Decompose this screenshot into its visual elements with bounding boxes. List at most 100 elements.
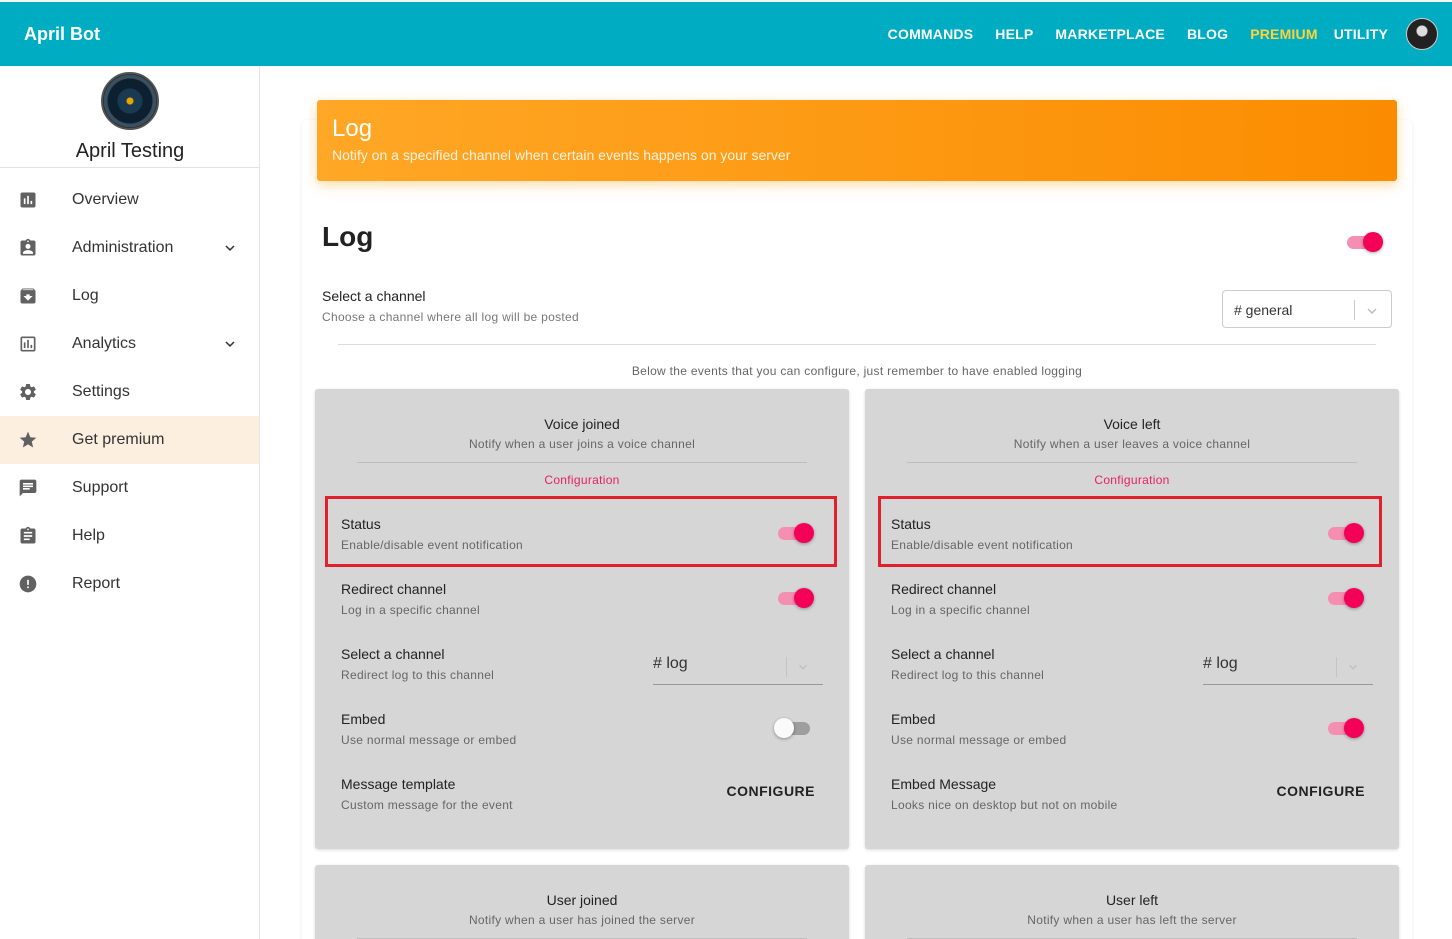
event-subtitle: Notify when a user has left the server xyxy=(1027,913,1237,927)
sidebar-item-settings[interactable]: Settings xyxy=(0,368,259,416)
embed-label: Embed xyxy=(341,711,386,727)
select-channel-sublabel: Redirect log to this channel xyxy=(341,668,495,682)
channel-label: Select a channel xyxy=(322,288,426,304)
event-subtitle: Notify when a user has joined the server xyxy=(468,913,696,927)
sidebar-item-log[interactable]: Log xyxy=(0,272,259,320)
embed-toggle[interactable] xyxy=(774,718,811,738)
top-nav: COMMANDS HELP MARKETPLACE BLOG PREMIUM U… xyxy=(866,16,1438,52)
gear-icon xyxy=(20,384,36,400)
event-title: User joined xyxy=(546,892,618,908)
embed-label: Embed xyxy=(891,711,936,727)
configuration-label: Configuration xyxy=(544,473,620,487)
select-separator xyxy=(1336,657,1337,677)
log-channel-value: # general xyxy=(1234,302,1293,318)
sidebar-item-label: Analytics xyxy=(72,335,137,352)
redirect-toggle[interactable] xyxy=(1327,588,1364,608)
nav-help[interactable]: HELP xyxy=(995,26,1033,42)
divider xyxy=(357,462,807,463)
select-channel-sublabel: Redirect log to this channel xyxy=(891,668,1045,682)
select-separator xyxy=(786,657,787,677)
brand-title[interactable]: April Bot xyxy=(24,24,100,45)
event-subtitle: Notify when a user joins a voice channel xyxy=(468,437,696,451)
event-subtitle: Notify when a user leaves a voice channe… xyxy=(1013,437,1251,451)
redirect-sublabel: Log in a specific channel xyxy=(341,603,480,617)
message-template-sublabel: Custom message for the event xyxy=(341,798,513,812)
page-title: Log xyxy=(322,221,374,252)
event-title: Voice joined xyxy=(544,416,620,432)
sidebar-item-administration[interactable]: Administration xyxy=(0,224,259,272)
select-channel-label: Select a channel xyxy=(341,646,445,662)
sidebar-item-label: Get premium xyxy=(72,431,165,448)
nav-utility[interactable]: UTILITY xyxy=(1334,26,1388,42)
banner-subtitle: Notify on a specified channel when certa… xyxy=(332,147,791,163)
log-enable-toggle[interactable] xyxy=(1346,232,1383,252)
sidebar-item-analytics[interactable]: Analytics xyxy=(0,320,259,368)
events-hint: Below the events that you can configure,… xyxy=(631,364,1083,378)
chevron-down-icon[interactable] xyxy=(221,239,239,257)
embed-message-label: Embed Message xyxy=(891,776,997,792)
sidebar-divider xyxy=(0,167,259,168)
divider xyxy=(907,462,1357,463)
event-card-user-joined: User joined Notify when a user has joine… xyxy=(315,865,849,939)
redirect-channel-select[interactable]: # log xyxy=(653,647,823,685)
sidebar: April Testing Overview Administration Lo… xyxy=(0,66,260,939)
embed-toggle[interactable] xyxy=(1327,718,1364,738)
chat-icon xyxy=(19,479,37,497)
event-card-voice-left: Voice left Notify when a user leaves a v… xyxy=(865,389,1399,849)
event-card-user-left: User left Notify when a user has left th… xyxy=(865,865,1399,939)
message-template-label: Message template xyxy=(341,776,456,792)
status-label: Status xyxy=(341,516,381,532)
sidebar-item-label: Log xyxy=(72,287,99,304)
sidebar-item-label: Administration xyxy=(72,239,174,256)
channel-sublabel: Choose a channel where all log will be p… xyxy=(322,310,579,324)
chevron-down-icon[interactable] xyxy=(221,335,239,353)
page-header-banner: Log Notify on a specified channel when c… xyxy=(317,100,1397,181)
configure-button[interactable]: CONFIGURE xyxy=(727,783,816,799)
alert-icon xyxy=(19,575,37,593)
status-toggle[interactable] xyxy=(1327,523,1364,543)
nav-commands[interactable]: COMMANDS xyxy=(888,26,974,42)
archive-icon xyxy=(20,288,36,304)
chevron-down-icon xyxy=(1367,308,1377,314)
sidebar-item-support[interactable]: Support xyxy=(0,464,259,512)
clipboard-icon xyxy=(20,526,36,544)
status-toggle[interactable] xyxy=(777,523,814,543)
configuration-label: Configuration xyxy=(1094,473,1170,487)
top-app-bar: April Bot COMMANDS HELP MARKETPLACE BLOG… xyxy=(0,0,1452,66)
redirect-sublabel: Log in a specific channel xyxy=(891,603,1030,617)
event-title: Voice left xyxy=(1103,416,1161,432)
sidebar-item-label: Overview xyxy=(72,191,139,208)
badge-icon xyxy=(20,238,36,256)
status-sublabel: Enable/disable event notification xyxy=(341,538,524,552)
event-card-voice-joined: Voice joined Notify when a user joins a … xyxy=(315,389,849,849)
redirect-label: Redirect channel xyxy=(341,581,447,597)
status-highlight xyxy=(878,496,1382,567)
select-separator xyxy=(1354,300,1355,320)
configure-button[interactable]: CONFIGURE xyxy=(1277,783,1366,799)
sidebar-item-help[interactable]: Help xyxy=(0,512,259,560)
redirect-channel-value: # log xyxy=(1203,655,1238,672)
analytics-icon xyxy=(20,336,36,352)
sidebar-item-overview[interactable]: Overview xyxy=(0,176,259,224)
redirect-channel-select[interactable]: # log xyxy=(1203,647,1373,685)
nav-marketplace[interactable]: MARKETPLACE xyxy=(1055,26,1165,42)
select-channel-label: Select a channel xyxy=(891,646,995,662)
nav-blog[interactable]: BLOG xyxy=(1187,26,1228,42)
embed-message-sublabel: Looks nice on desktop but not on mobile xyxy=(891,798,1118,812)
sidebar-item-label: Help xyxy=(72,527,105,544)
sidebar-item-label: Report xyxy=(72,575,121,592)
sidebar-menu: Overview Administration Log Analytics Se… xyxy=(0,176,259,608)
sidebar-item-report[interactable]: Report xyxy=(0,560,259,608)
chevron-down-icon xyxy=(1349,664,1357,670)
embed-sublabel: Use normal message or embed xyxy=(891,733,1067,747)
status-sublabel: Enable/disable event notification xyxy=(891,538,1074,552)
log-channel-select[interactable]: # general xyxy=(1222,290,1392,328)
user-avatar[interactable] xyxy=(1406,18,1438,50)
sidebar-item-label: Support xyxy=(72,479,129,496)
redirect-toggle[interactable] xyxy=(777,588,814,608)
server-name: April Testing xyxy=(75,140,185,162)
chevron-down-icon xyxy=(799,664,807,670)
sidebar-item-get-premium[interactable]: Get premium xyxy=(0,416,259,464)
server-avatar xyxy=(101,72,159,130)
nav-premium[interactable]: PREMIUM xyxy=(1250,26,1318,42)
